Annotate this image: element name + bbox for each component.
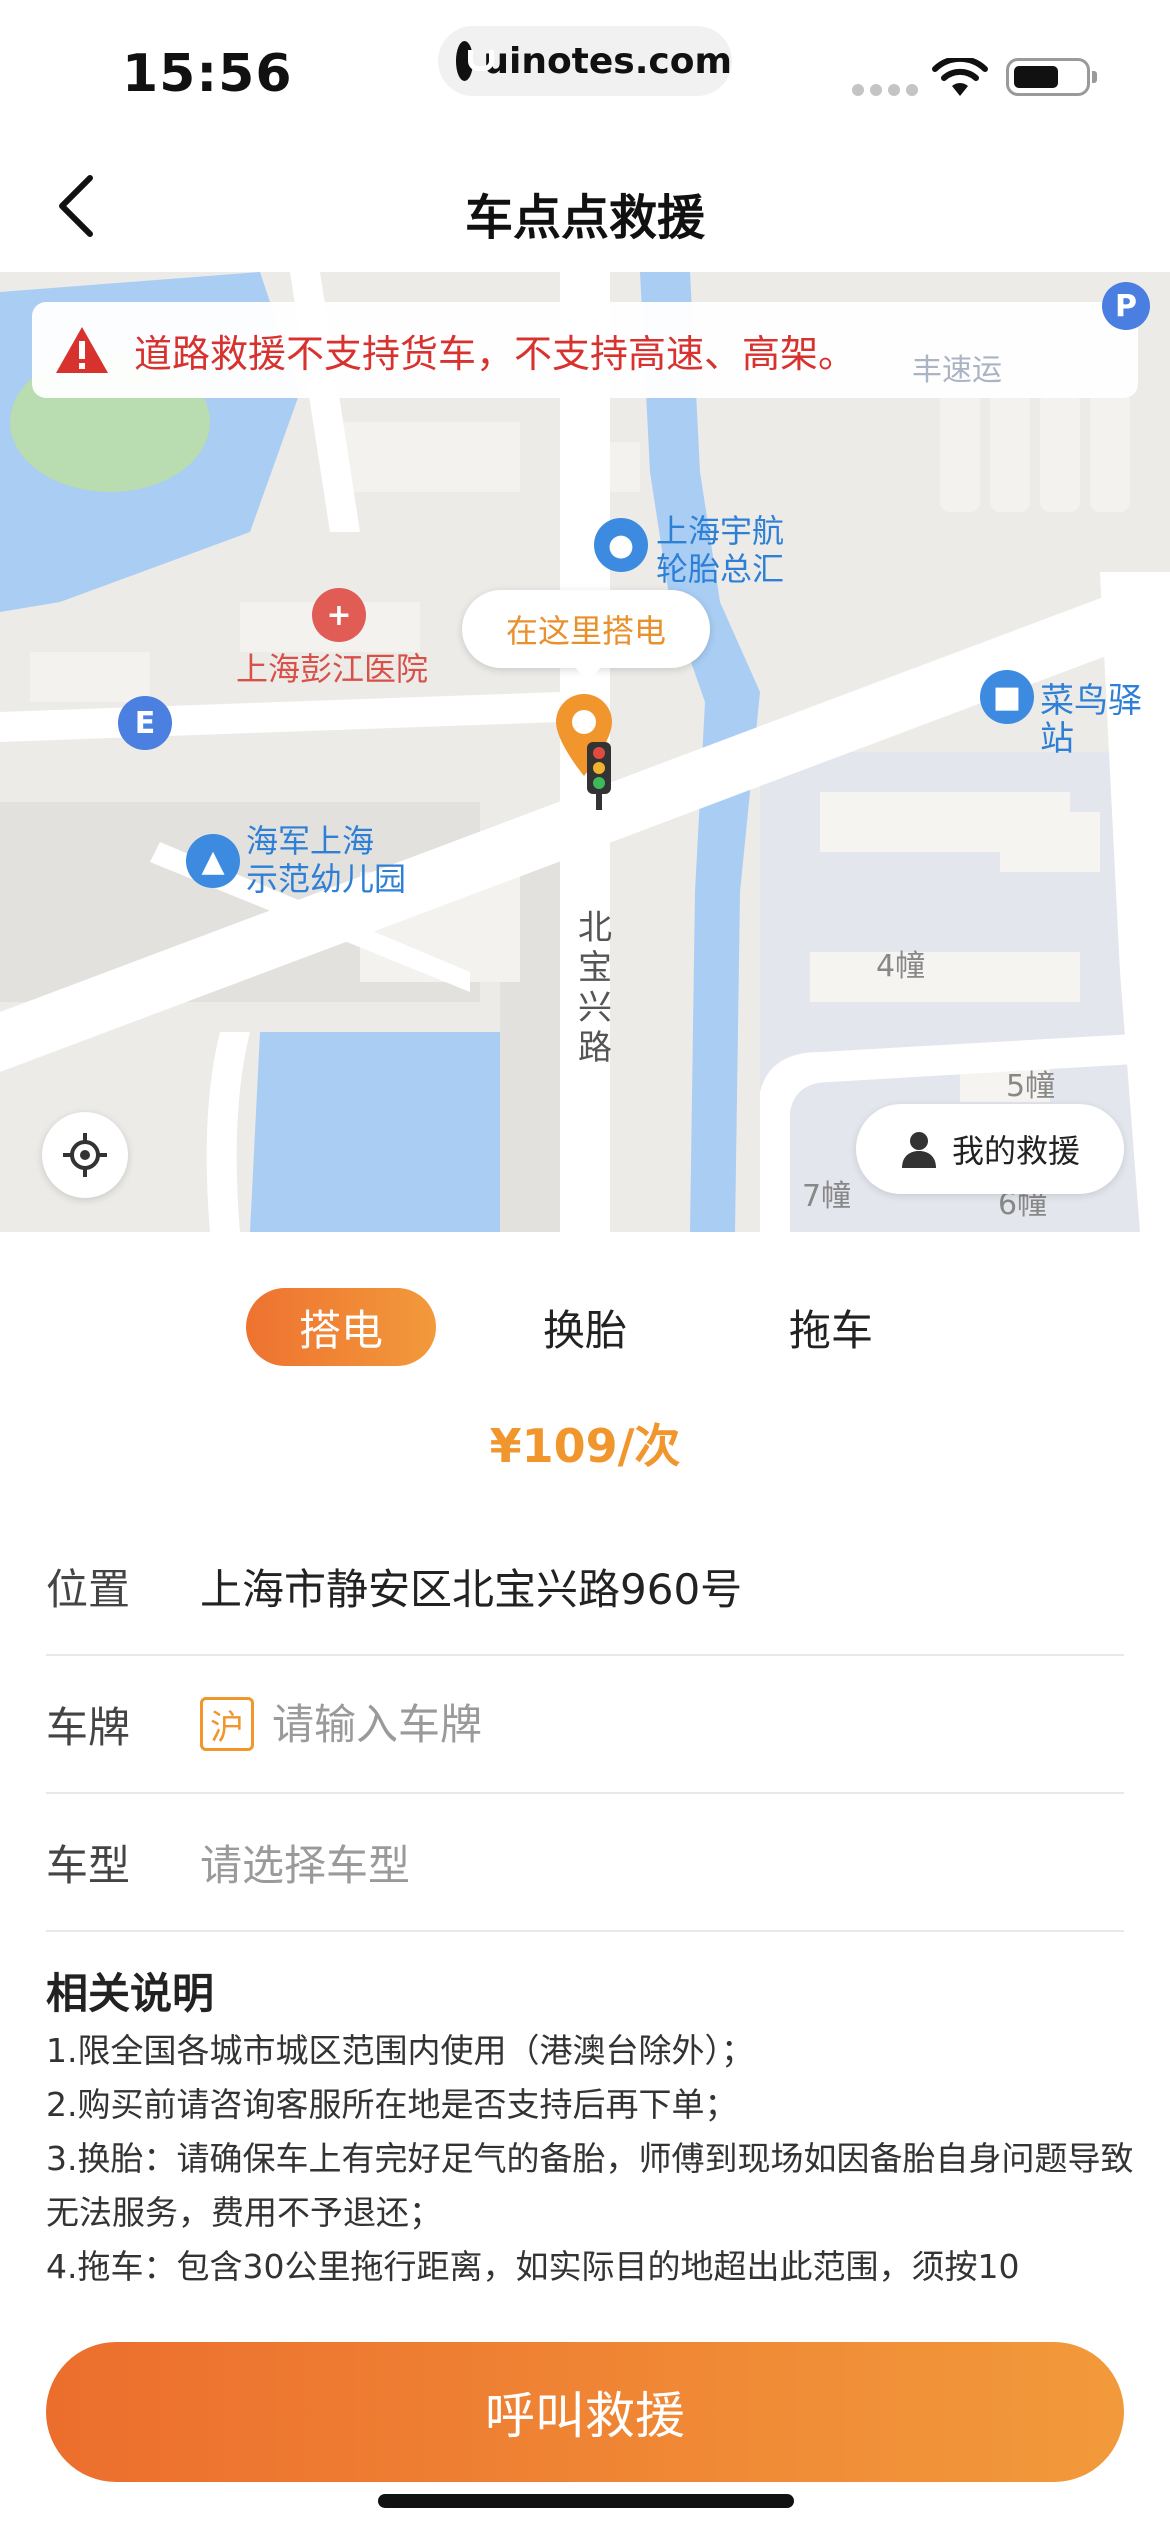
map-label-building-7: 7幢 <box>802 1179 852 1214</box>
map-label-building-4: 4幢 <box>876 949 926 984</box>
call-rescue-button[interactable]: 呼叫救援 <box>46 2342 1124 2482</box>
car-type-select[interactable]: 请选择车型 <box>200 1832 410 1893</box>
note-item: 1.限全国各城市城区范围内使用（港澳台除外）； <box>46 2031 754 2070</box>
traffic-light-icon <box>587 742 611 810</box>
car-type-label: 车型 <box>46 1840 131 1890</box>
crosshair-icon <box>63 1133 107 1177</box>
status-time: 15:56 <box>122 44 293 104</box>
tab-tow[interactable]: 拖车 <box>736 1288 926 1366</box>
note-item: 3.换胎：请确保车上有完好足气的备胎，师傅到现场如因备胎自身问题导致无法服务，费… <box>46 2139 1134 2232</box>
map-label-courier[interactable]: 菜鸟驿站 <box>1040 682 1170 758</box>
page-title: 车点点救援 <box>464 190 705 246</box>
courier-icon[interactable]: ■ <box>980 670 1034 724</box>
notes-title: 相关说明 <box>46 1969 215 2018</box>
my-rescue-label: 我的救援 <box>951 1132 1080 1170</box>
home-indicator <box>378 2494 794 2508</box>
car-service-icon[interactable]: ● <box>594 518 648 572</box>
map-label-express[interactable]: 丰速运 <box>912 352 1002 390</box>
car-type-row[interactable]: 车型 请选择车型 <box>46 1794 1124 1932</box>
my-rescue-button[interactable]: 我的救援 <box>856 1104 1124 1194</box>
kindergarten-icon[interactable]: ▲ <box>186 834 240 888</box>
location-value: 上海市静安区北宝兴路960号 <box>200 1564 743 1614</box>
plate-input[interactable] <box>272 1699 1032 1749</box>
locate-button[interactable] <box>42 1112 128 1198</box>
tab-jump-start[interactable]: 搭电 <box>246 1288 436 1366</box>
map-label-building-5: 5幢 <box>1006 1069 1056 1104</box>
map-label-tire-shop[interactable]: 上海宇航 轮胎总汇 <box>656 512 784 588</box>
service-tabs: 搭电 换胎 拖车 <box>246 1288 926 1366</box>
plate-row: 车牌 沪 <box>46 1656 1124 1794</box>
notice-text: 道路救援不支持货车，不支持高速、高架。 <box>134 331 857 376</box>
map-label-kindergarten[interactable]: 海军上海 示范幼儿园 <box>246 822 406 898</box>
order-panel: 搭电 换胎 拖车 ¥109/次 位置 上海市静安区北宝兴路960号 车牌 沪 车… <box>0 1232 1170 2532</box>
office-icon[interactable]: E <box>118 696 172 750</box>
parking-icon[interactable]: P <box>1102 282 1150 330</box>
battery-icon <box>1006 58 1097 96</box>
warning-icon <box>56 327 108 373</box>
site-logo-icon <box>456 41 495 81</box>
user-icon <box>901 1132 936 1168</box>
map-view[interactable]: 道路救援不支持货车，不支持高速、高架。 P 丰速运 ● 上海宇航 轮胎总汇 + … <box>0 272 1170 1232</box>
notes-list: 1.限全国各城市城区范围内使用（港澳台除外）； 2.购买前请咨询客服所在地是否支… <box>46 2024 1136 2294</box>
plate-label: 车牌 <box>46 1702 131 1752</box>
map-label-hospital[interactable]: 上海彭江医院 <box>236 650 428 688</box>
wifi-icon <box>932 58 988 96</box>
note-item: 4.拖车：包含30公里拖行距离，如实际目的地超出此范围，须按10 <box>46 2247 1020 2286</box>
nav-bar: 车点点救援 <box>0 140 1170 272</box>
note-item: 2.购买前请咨询客服所在地是否支持后再下单； <box>46 2085 738 2124</box>
location-label: 位置 <box>46 1564 131 1614</box>
map-callout[interactable]: 在这里搭电 <box>462 590 710 682</box>
hospital-icon[interactable]: + <box>312 588 366 642</box>
location-row[interactable]: 位置 上海市静安区北宝兴路960号 <box>46 1518 1124 1656</box>
cellular-signal-icon <box>852 84 918 96</box>
price-label: ¥109/次 <box>489 1419 681 1473</box>
tab-tire-change[interactable]: 换胎 <box>490 1288 680 1366</box>
url-text: uinotes.com <box>483 40 732 82</box>
plate-prefix-select[interactable]: 沪 <box>200 1697 254 1751</box>
status-bar: 15:56 uinotes.com <box>0 0 1170 140</box>
map-label-road: 北宝兴路 <box>578 908 612 1068</box>
url-pill[interactable]: uinotes.com <box>438 26 732 96</box>
